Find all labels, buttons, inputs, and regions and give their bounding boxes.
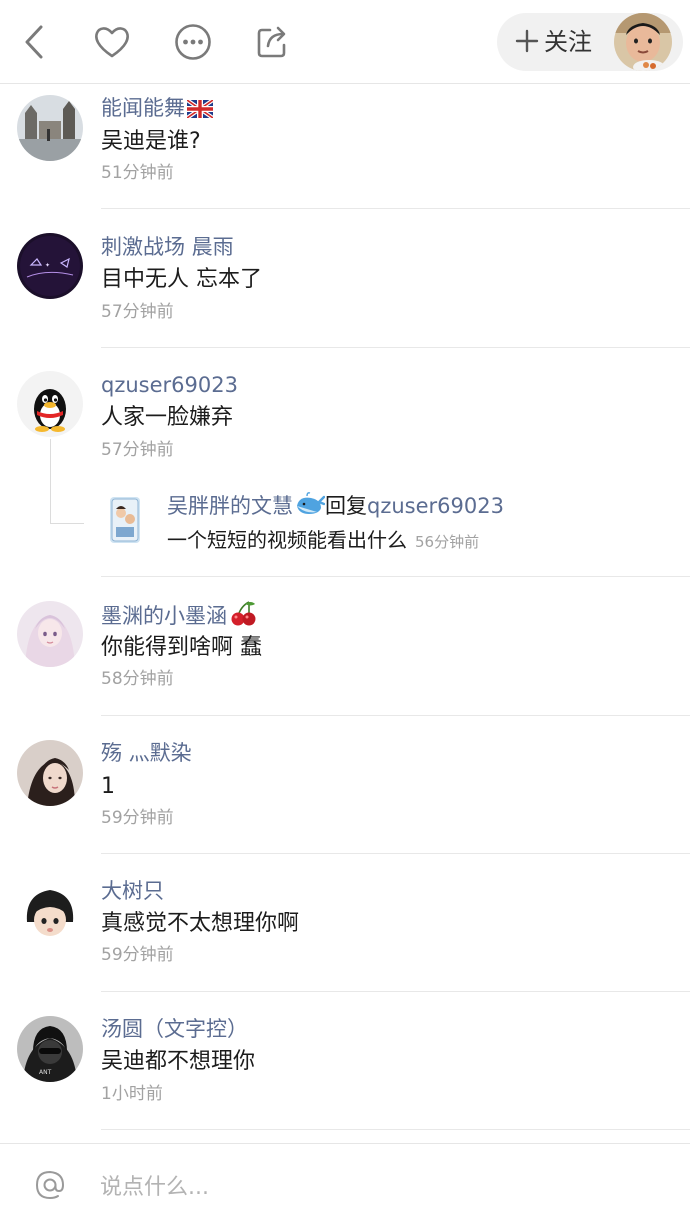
uk-flag-icon	[185, 97, 215, 125]
comment-time: 59分钟前	[101, 945, 174, 965]
divider	[101, 853, 690, 854]
comment-username[interactable]: 能闻能舞	[101, 94, 215, 125]
comment-text: 1	[101, 774, 115, 799]
divider	[101, 347, 690, 348]
user-avatar[interactable]	[17, 740, 83, 806]
user-avatar[interactable]: ANT	[17, 1016, 83, 1082]
at-mention-icon[interactable]	[33, 1168, 67, 1202]
comment-username[interactable]: 大树只	[101, 877, 164, 905]
divider	[101, 991, 690, 992]
comment-username[interactable]: 汤圆（文字控）	[101, 1015, 248, 1043]
comment-time: 58分钟前	[101, 669, 174, 689]
comment-text: 真感觉不太想理你啊	[101, 911, 300, 936]
cherry-emoji	[229, 600, 257, 633]
user-avatar[interactable]	[17, 95, 83, 161]
reply-user-avatar[interactable]	[110, 497, 140, 543]
top-bar: 关注	[0, 0, 690, 84]
reply-thread-line	[50, 439, 51, 523]
reply-content: 一个短短的视频能看出什么	[167, 528, 407, 552]
comment-text: 你能得到啥啊 蠢	[101, 635, 262, 660]
divider	[101, 715, 690, 716]
comment-username[interactable]: 墨渊的小墨涵	[101, 600, 257, 633]
comment-text: 吴迪是谁?	[101, 129, 201, 154]
divider	[101, 208, 690, 209]
reply-header: 吴胖胖的文慧 回复qzuser69023	[167, 492, 504, 523]
reply-username[interactable]: 吴胖胖的文慧	[167, 494, 293, 518]
share-icon[interactable]	[250, 20, 294, 64]
user-avatar[interactable]	[17, 878, 83, 944]
reply-text: 一个短短的视频能看出什么 56分钟前	[167, 526, 479, 556]
whale-emoji	[295, 492, 326, 523]
comment-input[interactable]	[100, 1170, 660, 1204]
reply-time: 56分钟前	[415, 533, 480, 551]
svg-text:✦: ✦	[45, 262, 50, 269]
comment-time: 1小时前	[101, 1084, 163, 1104]
comment-time: 51分钟前	[101, 163, 174, 183]
comment-text: 人家一脸嫌弃	[101, 405, 234, 430]
reply-word: 回复	[325, 494, 367, 518]
follow-button[interactable]: 关注	[497, 13, 683, 71]
svg-text:ANT: ANT	[39, 1069, 52, 1076]
back-chevron-icon[interactable]	[12, 20, 56, 64]
more-dots-icon[interactable]	[171, 20, 215, 64]
comment-time: 57分钟前	[101, 440, 174, 460]
plus-icon	[515, 27, 539, 55]
comment-input-bar	[0, 1143, 690, 1227]
comment-username[interactable]: 殇 灬默染	[101, 739, 192, 767]
comment-username[interactable]: qzuser69023	[101, 371, 238, 399]
divider	[101, 576, 690, 577]
comment-username[interactable]: 刺激战场 晨雨	[101, 233, 234, 261]
comment-time: 59分钟前	[101, 808, 174, 828]
comment-text: 吴迪都不想理你	[101, 1049, 256, 1074]
user-avatar[interactable]	[17, 371, 83, 437]
comment-time: 57分钟前	[101, 302, 174, 322]
reply-target-username[interactable]: qzuser69023	[367, 494, 504, 518]
comment-text: 目中无人 忘本了	[101, 267, 262, 292]
author-avatar[interactable]	[614, 13, 672, 71]
user-avatar[interactable]	[17, 601, 83, 667]
reply-thread-line	[50, 523, 84, 524]
follow-label: 关注	[544, 28, 592, 56]
divider	[101, 1129, 690, 1130]
user-avatar[interactable]: ✦	[17, 233, 83, 299]
heart-icon[interactable]	[90, 20, 134, 64]
